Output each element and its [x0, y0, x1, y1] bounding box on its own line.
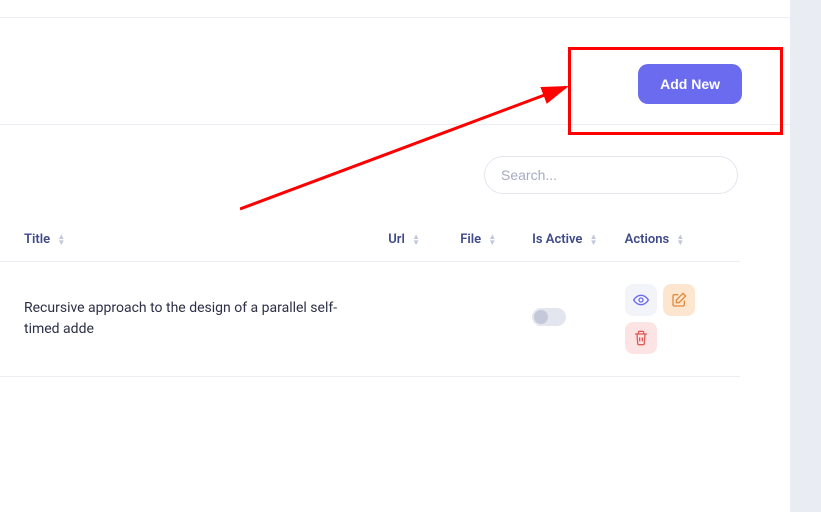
search-input[interactable]: [484, 156, 738, 194]
col-title-label: Title: [24, 232, 50, 247]
sort-icon: ▲▼: [590, 234, 598, 246]
col-is-active-label: Is Active: [532, 232, 582, 247]
page: Add New Title ▲▼ Url ▲▼ File ▲▼ Is: [0, 0, 790, 512]
edit-button[interactable]: [663, 284, 695, 316]
col-file-label: File: [460, 232, 481, 247]
cell-title: Recursive approach to the design of a pa…: [0, 262, 380, 377]
pencil-square-icon: [671, 292, 687, 308]
right-gutter: [790, 0, 821, 512]
sort-icon: ▲▼: [488, 234, 496, 246]
eye-icon: [633, 292, 649, 308]
col-actions-label: Actions: [625, 232, 670, 247]
table-header-row: Title ▲▼ Url ▲▼ File ▲▼ Is Active ▲▼ Act…: [0, 218, 740, 262]
col-is-active[interactable]: Is Active ▲▼: [524, 218, 617, 262]
col-url[interactable]: Url ▲▼: [380, 218, 452, 262]
add-new-button[interactable]: Add New: [638, 64, 742, 104]
delete-button[interactable]: [625, 322, 657, 354]
action-icons: [625, 284, 715, 354]
divider-top: [0, 17, 790, 18]
cell-actions: [617, 262, 740, 377]
sort-icon: ▲▼: [676, 234, 684, 246]
data-table: Title ▲▼ Url ▲▼ File ▲▼ Is Active ▲▼ Act…: [0, 218, 740, 377]
col-actions[interactable]: Actions ▲▼: [617, 218, 740, 262]
cell-url: [380, 262, 452, 377]
view-button[interactable]: [625, 284, 657, 316]
table-row: Recursive approach to the design of a pa…: [0, 262, 740, 377]
active-toggle[interactable]: [532, 308, 566, 326]
col-file[interactable]: File ▲▼: [452, 218, 524, 262]
search-wrap: [484, 156, 738, 194]
trash-icon: [633, 330, 649, 346]
cell-file: [452, 262, 524, 377]
toggle-knob: [534, 310, 548, 324]
col-url-label: Url: [388, 232, 405, 247]
sort-icon: ▲▼: [57, 234, 65, 246]
sort-icon: ▲▼: [412, 234, 420, 246]
divider-header: [0, 124, 790, 125]
cell-is-active: [524, 262, 617, 377]
col-title[interactable]: Title ▲▼: [0, 218, 380, 262]
